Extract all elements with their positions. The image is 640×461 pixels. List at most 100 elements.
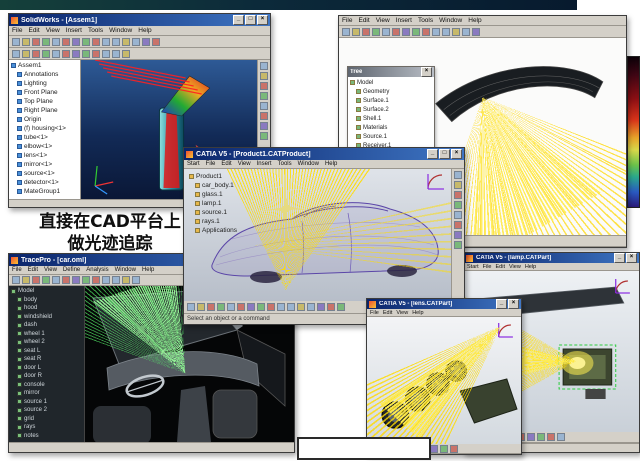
toolbar-icon[interactable] [297, 303, 305, 311]
menu-item[interactable]: Define [63, 267, 80, 273]
tree-item[interactable]: rays.1 [189, 217, 271, 226]
tree-item[interactable]: tube<1> [11, 133, 78, 142]
toolbar-icon[interactable] [207, 303, 215, 311]
tree-item[interactable]: Model [350, 78, 432, 87]
toolbar-icon[interactable] [142, 38, 150, 46]
toolbar-icon[interactable] [42, 50, 50, 58]
tree-item[interactable]: door L [11, 364, 82, 373]
palette-title-bar[interactable]: Tree × [348, 67, 434, 77]
tree-item[interactable]: notes [11, 432, 82, 441]
toolbar-icon[interactable] [32, 276, 40, 284]
toolbar-icon[interactable] [432, 28, 440, 36]
menu-item[interactable]: Help [138, 27, 151, 34]
menu-item[interactable]: View [396, 310, 408, 316]
toolbar-icon[interactable] [187, 303, 195, 311]
toolbar-icon[interactable] [82, 50, 90, 58]
menu-item[interactable]: Edit [496, 264, 505, 270]
menu-item[interactable]: Help [468, 17, 481, 24]
menu-item[interactable]: File [342, 17, 352, 24]
toolbar-icon[interactable] [122, 276, 130, 284]
tree-item[interactable]: Source.1 [350, 132, 432, 141]
toolbar-icon[interactable] [112, 38, 120, 46]
close-icon[interactable]: × [451, 149, 462, 159]
title-bar[interactable]: CATIA V5 - [lamp.CATPart] _ × [464, 253, 639, 263]
tree-item[interactable]: Model [11, 287, 82, 296]
tree-item[interactable]: door R [11, 372, 82, 381]
toolbar-icon[interactable] [430, 445, 438, 453]
toolbar-icon[interactable] [450, 445, 458, 453]
toolbar-icon[interactable] [537, 433, 545, 441]
toolbar-icon[interactable] [52, 276, 60, 284]
title-bar[interactable]: CATIA V5 - [lens.CATPart] _ × [367, 299, 521, 309]
toolbar-icon[interactable] [557, 433, 565, 441]
menu-item[interactable]: File [370, 310, 379, 316]
toolbar-icon[interactable] [112, 50, 120, 58]
tree-item[interactable]: hood [11, 304, 82, 313]
toolbar-icon[interactable] [62, 38, 70, 46]
tree-item[interactable]: Surface.2 [350, 105, 432, 114]
toolbar-icon[interactable] [122, 50, 130, 58]
toolbar-icon[interactable] [152, 38, 160, 46]
menu-item[interactable]: Edit [28, 27, 39, 34]
viewport-3d[interactable]: Product1car_body.1glass.1lamp.1source.1r… [184, 169, 451, 301]
tree-item[interactable]: Surface.1 [350, 96, 432, 105]
tree-item[interactable]: Origin [11, 115, 78, 124]
toolbar-icon[interactable] [454, 231, 462, 239]
menu-item[interactable]: View [238, 161, 251, 167]
toolbar-icon[interactable] [82, 276, 90, 284]
toolbar-icon[interactable] [317, 303, 325, 311]
toolbar-icon[interactable] [454, 211, 462, 219]
menu-item[interactable]: Tools [88, 27, 103, 34]
title-bar[interactable]: CATIA V5 - [Product1.CATProduct] _ □ × [184, 148, 464, 160]
title-bar[interactable]: SolidWorks - [Assem1] _ □ × [9, 14, 270, 26]
menu-item[interactable]: Help [525, 264, 536, 270]
toolbar-icon[interactable] [52, 50, 60, 58]
tree-item[interactable]: wheel 1 [11, 330, 82, 339]
menu-item[interactable]: Tools [418, 17, 433, 24]
toolbar-icon[interactable] [52, 38, 60, 46]
tree-item[interactable]: source 1 [11, 398, 82, 407]
minimize-icon[interactable]: _ [427, 149, 438, 159]
toolbar-icon[interactable] [454, 241, 462, 249]
toolbar-icon[interactable] [217, 303, 225, 311]
toolbar-icon[interactable] [122, 38, 130, 46]
toolbar-icon[interactable] [42, 38, 50, 46]
menu-item[interactable]: File [206, 161, 216, 167]
toolbar-icon[interactable] [342, 28, 350, 36]
tree-item[interactable]: Shell.1 [350, 114, 432, 123]
menu-item[interactable]: Window [298, 161, 319, 167]
toolbar-icon[interactable] [260, 72, 268, 80]
toolbar-icon[interactable] [132, 38, 140, 46]
toolbar-icon[interactable] [102, 276, 110, 284]
toolbar-icon[interactable] [454, 191, 462, 199]
menu-item[interactable]: Edit [28, 267, 38, 273]
toolbar-icon[interactable] [112, 276, 120, 284]
toolbar-icon[interactable] [454, 201, 462, 209]
toolbar-icon[interactable] [12, 38, 20, 46]
toolbar-icon[interactable] [92, 38, 100, 46]
toolbar-icon[interactable] [62, 50, 70, 58]
toolbar-icon[interactable] [392, 28, 400, 36]
toolbar-icon[interactable] [412, 28, 420, 36]
tree-item[interactable]: Top Plane [11, 97, 78, 106]
toolbar-icon[interactable] [92, 276, 100, 284]
toolbar-icon[interactable] [440, 445, 448, 453]
menu-item[interactable]: Insert [66, 27, 82, 34]
tree-item[interactable]: Front Plane [11, 88, 78, 97]
menu-item[interactable]: Window [439, 17, 462, 24]
tree-item[interactable]: MateGroup1 [11, 187, 78, 196]
toolbar-icon[interactable] [472, 28, 480, 36]
menu-item[interactable]: Edit [358, 17, 369, 24]
menu-item[interactable]: View [46, 27, 60, 34]
toolbar-icon[interactable] [260, 92, 268, 100]
toolbar-icon[interactable] [22, 38, 30, 46]
toolbar-icon[interactable] [362, 28, 370, 36]
toolbar-icon[interactable] [132, 276, 140, 284]
toolbar-icon[interactable] [277, 303, 285, 311]
toolbar-icon[interactable] [454, 171, 462, 179]
toolbar-icon[interactable] [287, 303, 295, 311]
menu-item[interactable]: Start [467, 264, 479, 270]
maximize-icon[interactable]: □ [245, 15, 256, 25]
tree-item[interactable]: source 2 [11, 406, 82, 415]
toolbar-icon[interactable] [92, 50, 100, 58]
